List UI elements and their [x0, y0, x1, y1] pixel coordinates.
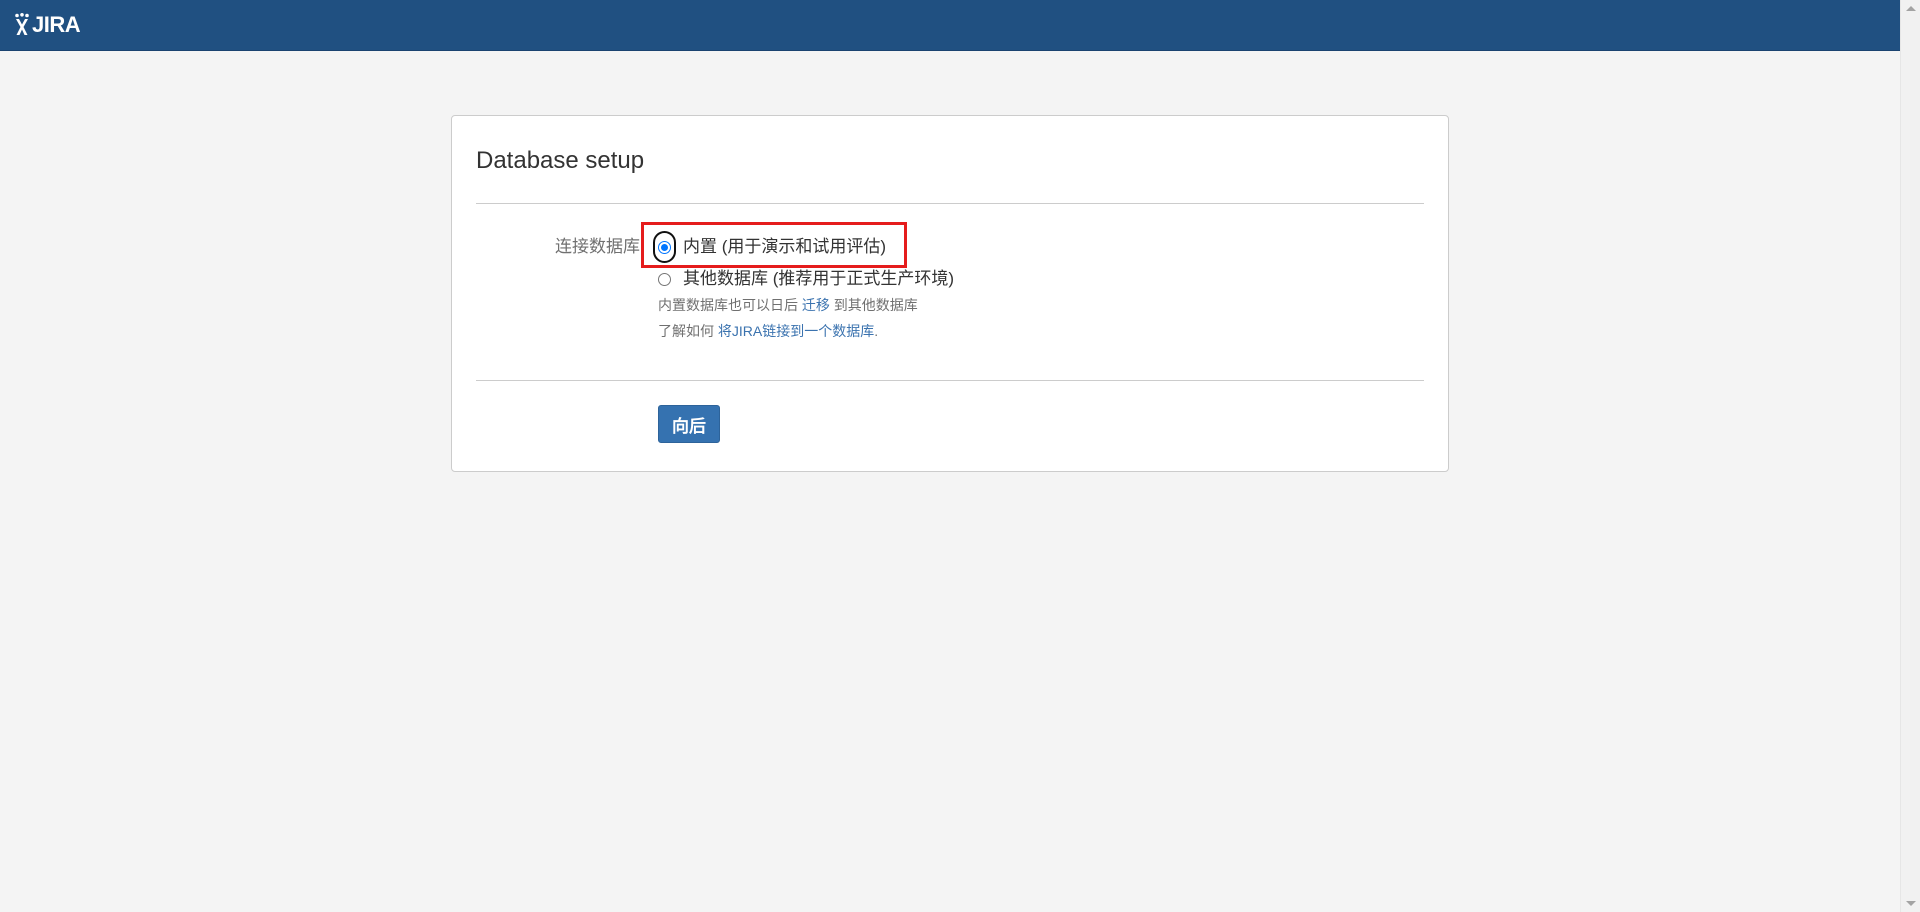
option-other-database[interactable]: 其他数据库 (推荐用于正式生产环境) — [658, 268, 954, 290]
scroll-up-arrow-icon[interactable] — [1906, 6, 1916, 11]
button-divider — [476, 380, 1424, 381]
option-builtin-database[interactable]: 内置 (用于演示和试用评估) — [658, 236, 886, 258]
learn-note-text: 了解如何 — [658, 323, 718, 339]
logo-text: JIRA — [32, 12, 81, 37]
radio-other[interactable] — [658, 272, 671, 286]
database-setup-panel: Database setup 连接数据库 内置 (用于演示和试用评估) 其他数据… — [451, 115, 1449, 472]
option-other-label: 其他数据库 (推荐用于正式生产环境) — [683, 269, 955, 288]
learn-note: 了解如何 将JIRA链接到一个数据库. — [658, 322, 878, 340]
migrate-note-tail: 到其他数据库 — [829, 297, 918, 313]
migrate-link[interactable]: 迁移 — [802, 297, 830, 313]
migrate-note: 内置数据库也可以日后 迁移 到其他数据库 — [658, 296, 918, 314]
option-builtin-label: 内置 (用于演示和试用评估) — [683, 237, 887, 256]
jira-logo-icon — [15, 13, 29, 35]
radio-builtin[interactable] — [658, 240, 671, 254]
vertical-scrollbar[interactable] — [1900, 0, 1920, 912]
next-button[interactable]: 向后 — [658, 405, 720, 443]
learn-note-tail: . — [874, 323, 879, 339]
scroll-down-arrow-icon[interactable] — [1906, 901, 1916, 906]
title-divider — [476, 203, 1424, 204]
connect-database-label: 连接数据库 — [555, 237, 640, 256]
page: JIRA Database setup 连接数据库 内置 (用于演示和试用评估)… — [0, 0, 1920, 912]
top-header: JIRA — [0, 0, 1900, 51]
migrate-note-text: 内置数据库也可以日后 — [658, 297, 802, 313]
page-title: Database setup — [476, 147, 645, 174]
jira-logo[interactable]: JIRA — [14, 12, 81, 38]
connect-database-link[interactable]: 将JIRA链接到一个数据库 — [718, 323, 874, 339]
